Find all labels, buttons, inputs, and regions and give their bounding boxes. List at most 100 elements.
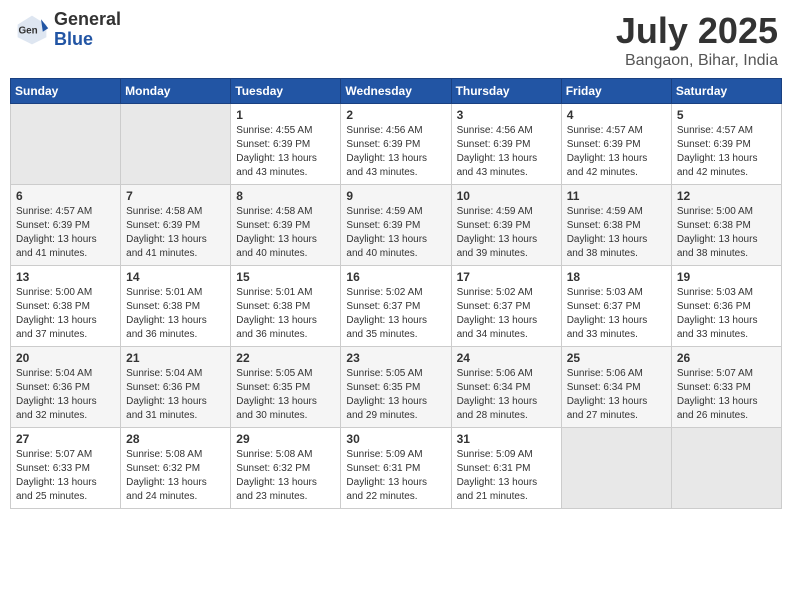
calendar-cell: 30Sunrise: 5:09 AMSunset: 6:31 PMDayligh… [341, 428, 451, 509]
day-info: Sunrise: 4:57 AMSunset: 6:39 PMDaylight:… [677, 124, 776, 180]
calendar-cell: 1Sunrise: 4:55 AMSunset: 6:39 PMDaylight… [231, 104, 341, 185]
day-number: 16 [346, 270, 445, 284]
day-info: Sunrise: 5:07 AMSunset: 6:33 PMDaylight:… [677, 367, 776, 423]
calendar-cell: 16 Sunrise: 5:02 AMSunset: 6:37 PMDayligh… [341, 266, 451, 347]
calendar-cell: 8Sunrise: 4:58 AMSunset: 6:39 PMDaylight… [231, 185, 341, 266]
weekday-header: Friday [561, 79, 671, 104]
day-info: Sunrise: 5:06 AMSunset: 6:34 PMDaylight:… [457, 367, 556, 423]
calendar-cell: 18 Sunrise: 5:03 AMSunset: 6:37 PMDayligh… [561, 266, 671, 347]
day-info: Sunrise: 4:59 AMSunset: 6:39 PMDaylight:… [457, 205, 556, 261]
day-info: Sunrise: 4:58 AMSunset: 6:39 PMDaylight:… [236, 205, 335, 261]
calendar-cell: 2Sunrise: 4:56 AMSunset: 6:39 PMDaylight… [341, 104, 451, 185]
weekday-header: Saturday [671, 79, 781, 104]
calendar-cell [561, 428, 671, 509]
calendar-cell: 27 Sunrise: 5:07 AMSunset: 6:33 PMDayligh… [11, 428, 121, 509]
calendar-week-row: 1Sunrise: 4:55 AMSunset: 6:39 PMDaylight… [11, 104, 782, 185]
calendar-cell: 13 Sunrise: 5:00 AMSunset: 6:38 PMDayligh… [11, 266, 121, 347]
day-info: Sunrise: 5:06 AMSunset: 6:34 PMDaylight:… [567, 367, 666, 423]
svg-text:Gen: Gen [19, 25, 38, 36]
day-number: 1 [236, 108, 335, 122]
day-number: 18 [567, 270, 666, 284]
logo-blue: Blue [54, 30, 121, 50]
calendar-cell: 22 Sunrise: 5:05 AMSunset: 6:35 PMDayligh… [231, 347, 341, 428]
day-number: 3 [457, 108, 556, 122]
day-number: 10 [457, 189, 556, 203]
calendar-cell: 24 Sunrise: 5:06 AMSunset: 6:34 PMDayligh… [451, 347, 561, 428]
calendar-cell: 14 Sunrise: 5:01 AMSunset: 6:38 PMDayligh… [121, 266, 231, 347]
calendar-title: July 2025 [616, 10, 778, 52]
calendar-cell: 11 Sunrise: 4:59 AMSunset: 6:38 PMDayligh… [561, 185, 671, 266]
day-number: 15 [236, 270, 335, 284]
calendar-cell: 10 Sunrise: 4:59 AMSunset: 6:39 PMDayligh… [451, 185, 561, 266]
calendar-cell: 6 Sunrise: 4:57 AMSunset: 6:39 PMDaylight… [11, 185, 121, 266]
calendar-cell [121, 104, 231, 185]
logo-general: General [54, 10, 121, 30]
day-number: 27 [16, 432, 115, 446]
day-info: Sunrise: 4:56 AMSunset: 6:39 PMDaylight:… [457, 124, 556, 180]
calendar-cell: 9 Sunrise: 4:59 AMSunset: 6:39 PMDaylight… [341, 185, 451, 266]
calendar-week-row: 6 Sunrise: 4:57 AMSunset: 6:39 PMDaylight… [11, 185, 782, 266]
calendar-cell: 25Sunrise: 5:06 AMSunset: 6:34 PMDayligh… [561, 347, 671, 428]
day-info: Sunrise: 5:02 AMSunset: 6:37 PMDaylight:… [346, 286, 445, 342]
calendar-cell [671, 428, 781, 509]
calendar-cell: 5Sunrise: 4:57 AMSunset: 6:39 PMDaylight… [671, 104, 781, 185]
day-info: Sunrise: 5:04 AMSunset: 6:36 PMDaylight:… [126, 367, 225, 423]
day-info: Sunrise: 4:57 AMSunset: 6:39 PMDaylight:… [567, 124, 666, 180]
calendar-cell: 23 Sunrise: 5:05 AMSunset: 6:35 PMDayligh… [341, 347, 451, 428]
day-number: 6 [16, 189, 115, 203]
day-number: 20 [16, 351, 115, 365]
calendar-table: SundayMondayTuesdayWednesdayThursdayFrid… [10, 78, 782, 509]
calendar-cell [11, 104, 121, 185]
day-number: 14 [126, 270, 225, 284]
day-number: 17 [457, 270, 556, 284]
day-info: Sunrise: 4:58 AMSunset: 6:39 PMDaylight:… [126, 205, 225, 261]
calendar-week-row: 27 Sunrise: 5:07 AMSunset: 6:33 PMDayligh… [11, 428, 782, 509]
day-info: Sunrise: 4:59 AMSunset: 6:38 PMDaylight:… [567, 205, 666, 261]
calendar-cell: 15Sunrise: 5:01 AMSunset: 6:38 PMDayligh… [231, 266, 341, 347]
calendar-cell: 20 Sunrise: 5:04 AMSunset: 6:36 PMDayligh… [11, 347, 121, 428]
day-number: 19 [677, 270, 776, 284]
day-info: Sunrise: 5:08 AMSunset: 6:32 PMDaylight:… [126, 448, 225, 504]
day-number: 23 [346, 351, 445, 365]
day-info: Sunrise: 4:56 AMSunset: 6:39 PMDaylight:… [346, 124, 445, 180]
day-number: 12 [677, 189, 776, 203]
day-number: 31 [457, 432, 556, 446]
calendar-cell: 26 Sunrise: 5:07 AMSunset: 6:33 PMDayligh… [671, 347, 781, 428]
day-info: Sunrise: 4:57 AMSunset: 6:39 PMDaylight:… [16, 205, 115, 261]
day-number: 28 [126, 432, 225, 446]
day-number: 24 [457, 351, 556, 365]
weekday-header-row: SundayMondayTuesdayWednesdayThursdayFrid… [11, 79, 782, 104]
weekday-header: Monday [121, 79, 231, 104]
day-info: Sunrise: 5:02 AMSunset: 6:37 PMDaylight:… [457, 286, 556, 342]
day-number: 13 [16, 270, 115, 284]
calendar-cell: 12Sunrise: 5:00 AMSunset: 6:38 PMDayligh… [671, 185, 781, 266]
logo-icon: Gen [14, 12, 50, 48]
day-number: 30 [346, 432, 445, 446]
day-info: Sunrise: 5:07 AMSunset: 6:33 PMDaylight:… [16, 448, 115, 504]
day-number: 26 [677, 351, 776, 365]
weekday-header: Sunday [11, 79, 121, 104]
calendar-week-row: 13 Sunrise: 5:00 AMSunset: 6:38 PMDayligh… [11, 266, 782, 347]
calendar-cell: 3 Sunrise: 4:56 AMSunset: 6:39 PMDaylight… [451, 104, 561, 185]
day-number: 7 [126, 189, 225, 203]
day-info: Sunrise: 5:05 AMSunset: 6:35 PMDaylight:… [346, 367, 445, 423]
day-info: Sunrise: 5:04 AMSunset: 6:36 PMDaylight:… [16, 367, 115, 423]
calendar-week-row: 20 Sunrise: 5:04 AMSunset: 6:36 PMDayligh… [11, 347, 782, 428]
calendar-cell: 28 Sunrise: 5:08 AMSunset: 6:32 PMDayligh… [121, 428, 231, 509]
calendar-location: Bangaon, Bihar, India [616, 52, 778, 70]
calendar-cell: 29Sunrise: 5:08 AMSunset: 6:32 PMDayligh… [231, 428, 341, 509]
calendar-cell: 17 Sunrise: 5:02 AMSunset: 6:37 PMDayligh… [451, 266, 561, 347]
day-info: Sunrise: 5:03 AMSunset: 6:37 PMDaylight:… [567, 286, 666, 342]
weekday-header: Thursday [451, 79, 561, 104]
day-number: 11 [567, 189, 666, 203]
day-number: 9 [346, 189, 445, 203]
day-info: Sunrise: 4:59 AMSunset: 6:39 PMDaylight:… [346, 205, 445, 261]
day-info: Sunrise: 5:03 AMSunset: 6:36 PMDaylight:… [677, 286, 776, 342]
day-info: Sunrise: 5:01 AMSunset: 6:38 PMDaylight:… [126, 286, 225, 342]
day-number: 22 [236, 351, 335, 365]
day-info: Sunrise: 5:05 AMSunset: 6:35 PMDaylight:… [236, 367, 335, 423]
weekday-header: Tuesday [231, 79, 341, 104]
day-info: Sunrise: 5:00 AMSunset: 6:38 PMDaylight:… [16, 286, 115, 342]
day-number: 4 [567, 108, 666, 122]
title-block: July 2025 Bangaon, Bihar, India [616, 10, 778, 70]
